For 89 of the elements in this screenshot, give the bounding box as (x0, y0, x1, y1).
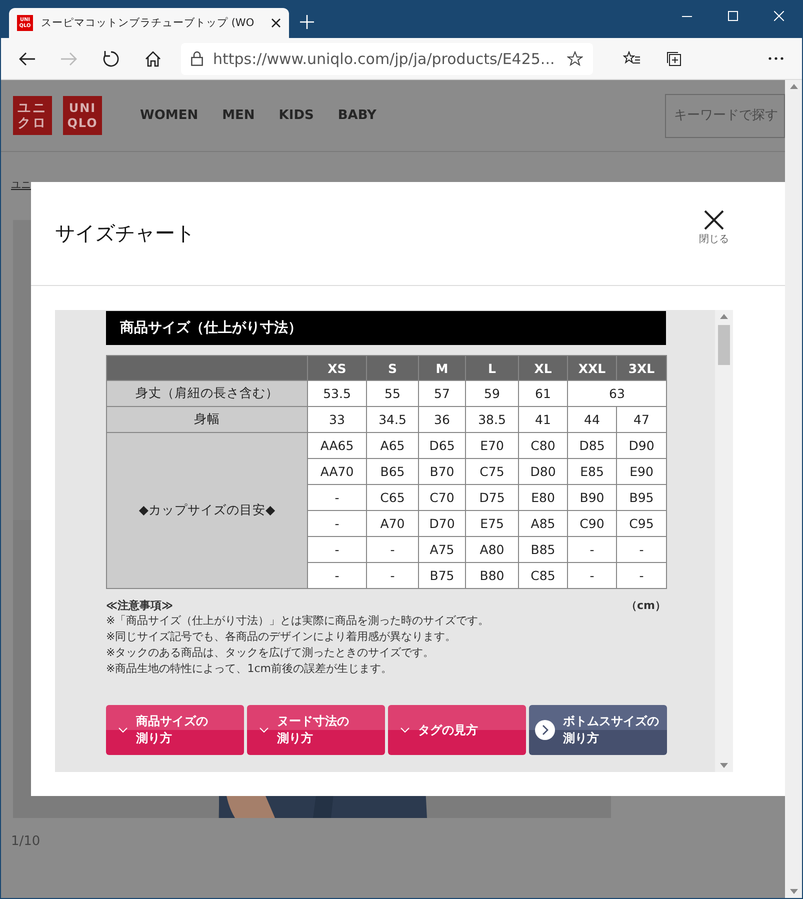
table-cell: A80 (466, 536, 518, 562)
table-cell: C90 (568, 510, 616, 536)
table-cell: - (308, 510, 366, 536)
table-cell: AA70 (308, 458, 366, 484)
table-cell: A70 (366, 510, 418, 536)
nav-link[interactable]: WOMEN (140, 108, 198, 123)
table-cell: E90 (616, 458, 666, 484)
table-cell: C70 (418, 484, 466, 510)
column-header: 3XL (616, 356, 666, 380)
column-header: S (366, 356, 418, 380)
table-cell: 61 (518, 380, 568, 406)
guide-button[interactable]: タグの見方 (388, 705, 526, 755)
row-header: ◆カップサイズの目安◆ (106, 432, 308, 588)
table-cell: B80 (466, 562, 518, 588)
table-cell: C75 (466, 458, 518, 484)
guide-button[interactable]: ボトムスサイズの 測り方 (529, 705, 667, 755)
table-cell: C85 (518, 562, 568, 588)
table-cell: A65 (366, 432, 418, 458)
table-cell: B95 (616, 484, 666, 510)
dialog-title: サイズチャート (55, 220, 195, 247)
table-cell: 55 (366, 380, 418, 406)
address-bar[interactable]: https://www.uniqlo.com/jp/ja/products/E425... (181, 42, 593, 74)
image-counter: 1/10 (11, 834, 42, 849)
row-header: 身幅 (106, 406, 308, 432)
section-title: 商品サイズ（仕上がり寸法） (106, 311, 666, 345)
note-text: ※同じサイズ記号でも、各商品のデザインにより着用感が異なります。 (106, 629, 458, 645)
table-cell: 34.5 (366, 406, 418, 432)
table-cell: 38.5 (466, 406, 518, 432)
notes-title: ≪注意事項≫ (106, 598, 174, 613)
table-cell: D80 (518, 458, 568, 484)
table-cell: 57 (418, 380, 466, 406)
note-text: ※商品生地の特性によって、1cm前後の誤差が生じます。 (106, 661, 393, 677)
logo[interactable]: UNI QLO (63, 96, 102, 135)
table-cell: E80 (518, 484, 568, 510)
table-cell: 41 (518, 406, 568, 432)
tab-title: スーピマコットンブラチューブトップ (WO (41, 16, 256, 30)
table-cell: D90 (616, 432, 666, 458)
table-cell: D65 (418, 432, 466, 458)
note-text: ※「商品サイズ（仕上がり寸法）」とは実際に商品を測った時のサイズです。 (106, 613, 490, 629)
table-cell: - (568, 562, 616, 588)
table-cell: - (366, 562, 418, 588)
table-cell: E70 (466, 432, 518, 458)
table-cell: 59 (466, 380, 518, 406)
table-cell: AA65 (308, 432, 366, 458)
nav-link[interactable]: BABY (338, 108, 376, 123)
note-text: ※タックのある商品は、タックを広げて測ったときのサイズです。 (106, 645, 436, 661)
table-cell: - (568, 536, 616, 562)
table-cell: - (366, 536, 418, 562)
nav-link[interactable]: KIDS (278, 108, 314, 123)
table-cell: B75 (418, 562, 466, 588)
table-cell: 63 (568, 380, 666, 406)
table-cell: - (616, 536, 666, 562)
close-button[interactable]: 閉じる (699, 210, 729, 246)
column-header: XS (308, 356, 366, 380)
table-cell: 53.5 (308, 380, 366, 406)
table-cell: B85 (518, 536, 568, 562)
table-cell: D70 (418, 510, 466, 536)
column-header: M (418, 356, 466, 380)
column-header: L (466, 356, 518, 380)
table-cell: D75 (466, 484, 518, 510)
table-cell: C95 (616, 510, 666, 536)
table-cell: C65 (366, 484, 418, 510)
table-cell: E85 (568, 458, 616, 484)
logo[interactable]: ユニ クロ (13, 96, 52, 135)
table-cell: C80 (518, 432, 568, 458)
table-cell: D85 (568, 432, 616, 458)
nav-link[interactable]: MEN (222, 108, 255, 123)
table-cell: 44 (568, 406, 616, 432)
table-cell: B65 (366, 458, 418, 484)
guide-button[interactable]: ヌード寸法の 測り方 (247, 705, 385, 755)
column-header: XL (518, 356, 568, 380)
column-header: XXL (568, 356, 616, 380)
table-cell: A75 (418, 536, 466, 562)
table-cell: 33 (308, 406, 366, 432)
table-cell: 47 (616, 406, 666, 432)
breadcrumb-link[interactable]: ユニ (11, 178, 31, 192)
table-cell: B90 (568, 484, 616, 510)
table-cell: B70 (418, 458, 466, 484)
row-header: 身丈（肩紐の長さ含む） (106, 380, 308, 406)
table-cell: A85 (518, 510, 568, 536)
search-field[interactable]: キーワードで探す (665, 94, 785, 138)
table-cell: 36 (418, 406, 466, 432)
table-cell: - (308, 562, 366, 588)
table-cell: - (616, 562, 666, 588)
table-cell: - (308, 536, 366, 562)
unit-label: （cm） (626, 598, 666, 613)
table-cell: - (308, 484, 366, 510)
table-cell: E75 (466, 510, 518, 536)
guide-button[interactable]: 商品サイズの 測り方 (106, 705, 244, 755)
